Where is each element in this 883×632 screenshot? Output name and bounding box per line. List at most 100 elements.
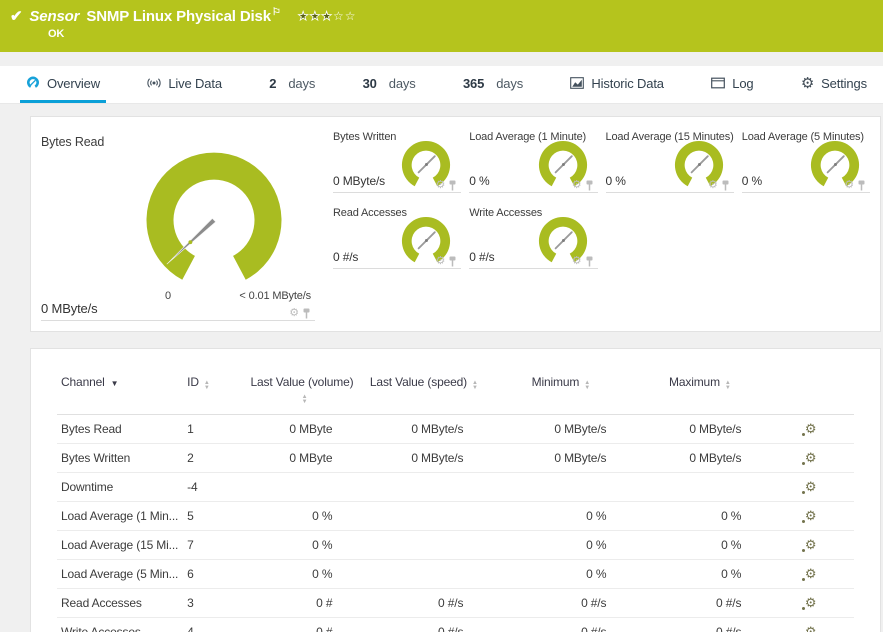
area-chart-icon	[570, 77, 585, 89]
gauge-settings-gear-icon[interactable]: ⚙	[436, 256, 446, 267]
tab-log[interactable]: Log	[705, 66, 759, 103]
channel-settings-gear-icon[interactable]: ⚙	[805, 625, 817, 632]
gauge-settings-gear-icon[interactable]: ⚙	[289, 308, 299, 319]
channel-settings-gear-icon[interactable]: ⚙	[802, 538, 817, 552]
priority-stars[interactable]: ★★★☆☆	[297, 9, 357, 24]
channel-settings-gear-icon[interactable]: ⚙	[802, 451, 817, 465]
gauge-settings-gear-icon[interactable]: ⚙	[572, 180, 582, 191]
channel-settings-gear-icon[interactable]: ⚙	[802, 509, 817, 523]
cell-id: 5	[183, 501, 246, 531]
table-header-row: Channel ▼ ID ▲ ▼ Last Value (volume) ▲ ▼ Last…	[57, 355, 854, 415]
cell-minimum: 0 %	[489, 559, 633, 589]
table-row[interactable]: Load Average (5 Min... 6 0 % 0 % 0 % ⚙	[57, 559, 854, 589]
table-row[interactable]: Write Accesses 4 0 # 0 #/s 0 #/s 0 #/s ⚙	[57, 617, 854, 632]
cell-last-value-speed: 0 MByte/s	[358, 414, 490, 444]
cell-maximum: 0 %	[632, 559, 768, 589]
cell-last-value-speed	[358, 530, 490, 560]
gauges-panel: Bytes Read 0 < 0.01 MByte/s 0 MByte/s ⚙ …	[30, 116, 881, 332]
cell-id: 4	[183, 617, 246, 632]
cell-last-value-speed	[358, 501, 490, 531]
tab-label-number: 30	[362, 75, 377, 91]
tab-historic-data[interactable]: Historic Data	[564, 66, 669, 103]
pin-icon[interactable]	[585, 180, 594, 191]
gauge-settings-gear-icon[interactable]: ⚙	[844, 180, 854, 191]
cell-maximum: 0 MByte/s	[632, 414, 768, 444]
gauge-load-average-1-minute: Load Average (1 Minute) 0 % ⚙	[469, 129, 598, 193]
gauge-value: 0 %	[741, 174, 762, 188]
tab-live-data[interactable]: Live Data	[141, 66, 228, 103]
cell-channel: Load Average (15 Mi...	[57, 530, 184, 560]
pin-icon[interactable]	[721, 180, 730, 191]
pin-icon[interactable]	[448, 180, 457, 191]
gauge-label: Read Accesses	[333, 207, 407, 219]
channel-settings-gear-icon[interactable]: ⚙	[802, 480, 817, 494]
table-row[interactable]: Load Average (15 Mi... 7 0 % 0 % 0 % ⚙	[57, 530, 854, 560]
tab-2-days[interactable]: 2 days	[263, 66, 321, 103]
cell-minimum: 0 %	[489, 501, 633, 531]
tab-overview[interactable]: Overview	[20, 66, 106, 103]
bytes-read-gauge-dial	[146, 152, 282, 280]
pin-icon[interactable]	[585, 256, 594, 267]
column-header-minimum[interactable]: Minimum ▲ ▼	[489, 355, 633, 415]
cell-maximum: 0 %	[632, 501, 768, 531]
column-header-label: Last Value (volume)	[250, 375, 354, 389]
tab-label-unit: days	[288, 75, 316, 91]
tab-label-number: 365	[462, 75, 485, 91]
pin-icon[interactable]	[857, 180, 866, 191]
tab-settings[interactable]: ⚙ Settings	[795, 66, 873, 103]
log-window-icon	[711, 77, 726, 89]
sensor-title-text: SNMP Linux Physical Disk	[86, 8, 271, 25]
gauge-icon	[27, 76, 39, 88]
channels-table-panel: Channel ▼ ID ▲ ▼ Last Value (volume) ▲ ▼ Last…	[30, 348, 881, 632]
cell-channel: Write Accesses	[57, 617, 184, 632]
cell-minimum: 0 #/s	[489, 617, 633, 632]
gauge-write-accesses: Write Accesses 0 #/s ⚙	[469, 205, 598, 269]
pin-icon[interactable]	[448, 256, 457, 267]
tab-label: Log	[732, 75, 754, 91]
priority-stars-filled[interactable]: ★★★	[297, 9, 333, 24]
channel-settings-gear-icon[interactable]: ⚙	[802, 596, 817, 610]
column-header-maximum[interactable]: Maximum ▲ ▼	[632, 355, 768, 415]
tab-365-days[interactable]: 365 days	[457, 66, 529, 103]
sort-desc-icon: ▼	[110, 379, 119, 388]
column-header-settings	[767, 355, 854, 415]
gauge-load-average-15-minutes: Load Average (15 Minutes) 0 % ⚙	[605, 129, 734, 193]
pin-icon[interactable]	[302, 308, 311, 319]
column-header-last-value-volume[interactable]: Last Value (volume) ▲ ▼	[245, 355, 359, 415]
channel-settings-gear-icon[interactable]: ⚙	[802, 422, 817, 436]
column-header-channel[interactable]: Channel ▼	[57, 355, 184, 415]
table-row[interactable]: Load Average (1 Min... 5 0 % 0 % 0 % ⚙	[57, 501, 854, 531]
priority-stars-empty[interactable]: ☆☆	[333, 9, 357, 23]
gauge-label: Load Average (15 Minutes)	[605, 131, 734, 143]
table-row[interactable]: Bytes Written 2 0 MByte 0 MByte/s 0 MByt…	[57, 443, 854, 473]
cell-channel: Downtime	[57, 472, 184, 502]
cell-last-value-speed: 0 MByte/s	[358, 443, 490, 473]
sensor-kind-label: Sensor	[29, 7, 80, 25]
gauge-label: Bytes Written	[333, 131, 397, 143]
gauge-settings-gear-icon[interactable]: ⚙	[572, 256, 582, 267]
sensor-title: SNMP Linux Physical Disk⚐	[86, 7, 281, 25]
sort-icon: ▲ ▼	[724, 380, 731, 391]
cell-channel: Bytes Read	[57, 414, 184, 444]
channel-settings-gear-icon[interactable]: ⚙	[802, 567, 817, 581]
gauge-value: 0 #/s	[333, 250, 359, 264]
table-row[interactable]: Read Accesses 3 0 # 0 #/s 0 #/s 0 #/s ⚙	[57, 588, 854, 618]
column-header-last-value-speed[interactable]: Last Value (speed) ▲ ▼	[358, 355, 490, 415]
gauge-settings-gear-icon[interactable]: ⚙	[436, 180, 446, 191]
sort-icon: ▲ ▼	[203, 380, 210, 391]
flag-icon[interactable]: ⚐	[272, 7, 281, 18]
column-header-id[interactable]: ID ▲ ▼	[183, 355, 246, 415]
cell-id: 7	[183, 530, 246, 560]
cell-id: 3	[183, 588, 246, 618]
tab-30-days[interactable]: 30 days	[357, 66, 422, 103]
cell-last-value-volume: 0 #	[245, 588, 359, 618]
sort-icon: ▲ ▼	[584, 380, 591, 391]
cell-last-value-volume	[245, 472, 359, 502]
gauge-settings-gear-icon[interactable]: ⚙	[708, 180, 718, 191]
gauge-scale-max: < 0.01 MByte/s	[239, 290, 311, 302]
table-row[interactable]: Bytes Read 1 0 MByte 0 MByte/s 0 MByte/s…	[57, 414, 854, 444]
table-row[interactable]: Downtime -4 ⚙	[57, 472, 854, 502]
gauge-value: 0 #/s	[469, 250, 495, 264]
column-header-label: Maximum	[668, 375, 720, 389]
gauge-load-average-5-minutes: Load Average (5 Minutes) 0 % ⚙	[741, 129, 870, 193]
